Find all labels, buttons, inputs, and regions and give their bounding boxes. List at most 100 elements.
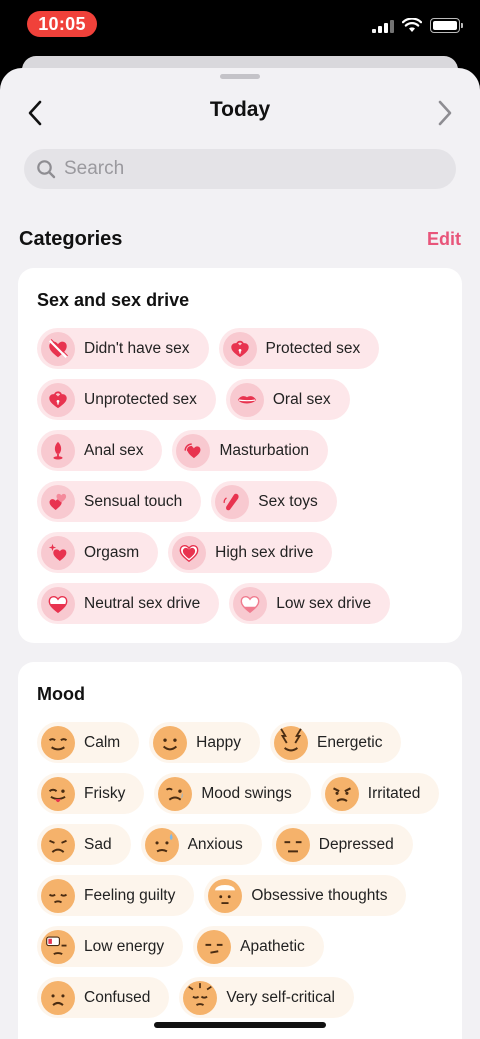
- chip-label: Energetic: [316, 733, 383, 751]
- hand-heart-icon: [41, 484, 75, 519]
- search-input[interactable]: [64, 158, 444, 180]
- wifi-icon: [402, 18, 422, 32]
- chip-happy[interactable]: Happy: [149, 722, 260, 763]
- mood-card: Mood Calm Happy Energetic Frisky Mood swings…: [18, 662, 462, 1039]
- chip-label: Sex toys: [258, 492, 318, 510]
- calm-face-icon: [41, 725, 75, 760]
- sex-card: Sex and sex drive Didn't have sex Protect…: [18, 268, 462, 643]
- home-indicator[interactable]: [154, 1022, 326, 1028]
- chip-label: Anal sex: [84, 441, 144, 459]
- chip-frisky[interactable]: Frisky: [37, 773, 145, 814]
- status-time[interactable]: 10:05: [27, 11, 97, 37]
- chip-label: Obsessive thoughts: [251, 886, 388, 904]
- chip-label: Anxious: [187, 835, 243, 853]
- chevron-right-icon: [438, 100, 452, 126]
- happy-face-icon: [153, 725, 188, 760]
- chip-label: Apathetic: [240, 937, 305, 955]
- mood-swings-face-icon: [158, 776, 193, 811]
- chip-anxious[interactable]: Anxious: [140, 824, 262, 865]
- chip-masturbation[interactable]: Masturbation: [172, 430, 329, 471]
- low-energy-face-icon: [41, 929, 75, 964]
- irritated-face-icon: [324, 776, 359, 811]
- chip-label: Low sex drive: [276, 594, 372, 612]
- chip-label: Protected sex: [265, 339, 361, 357]
- chip-confused[interactable]: Confused: [37, 977, 170, 1018]
- chip-low-energy[interactable]: Low energy: [37, 926, 184, 967]
- chip-sex-toys[interactable]: Sex toys: [211, 481, 337, 522]
- categories-title: Categories: [19, 228, 123, 250]
- full-heart-icon: [172, 535, 207, 570]
- chip-label: Happy: [196, 733, 241, 751]
- chip-irritated[interactable]: Irritated: [320, 773, 440, 814]
- chip-label: Sad: [84, 835, 112, 853]
- chip-label: Depressed: [318, 835, 394, 853]
- chip-protected-sex[interactable]: Protected sex: [218, 328, 380, 369]
- chip-feeling-guilty[interactable]: Feeling guilty: [37, 875, 195, 916]
- frisky-face-icon: [41, 776, 75, 811]
- chip-label: Oral sex: [272, 390, 331, 408]
- self-critical-face-icon: [183, 980, 218, 1015]
- battery-icon: [430, 18, 463, 33]
- chip-sad[interactable]: Sad: [37, 824, 131, 865]
- chip-label: Sensual touch: [84, 492, 183, 510]
- chip-apathetic[interactable]: Apathetic: [193, 926, 324, 967]
- guilty-face-icon: [41, 878, 75, 913]
- chip-calm[interactable]: Calm: [37, 722, 140, 763]
- chip-low-sex-drive[interactable]: Low sex drive: [229, 583, 391, 624]
- mood-chip-list: Calm Happy Energetic Frisky Mood swings Irrit…: [37, 722, 443, 1018]
- chip-obsessive-thoughts[interactable]: Obsessive thoughts: [204, 875, 407, 916]
- chip-label: Orgasm: [84, 543, 140, 561]
- chip-high-sex-drive[interactable]: High sex drive: [168, 532, 333, 573]
- chip-label: Very self-critical: [226, 988, 335, 1006]
- heart-lock-icon: [222, 331, 257, 366]
- chip-mood-swings[interactable]: Mood swings: [154, 773, 311, 814]
- low-heart-icon: [233, 586, 268, 621]
- chip-label: Neutral sex drive: [84, 594, 201, 612]
- chip-unprotected-sex[interactable]: Unprotected sex: [37, 379, 216, 420]
- anxious-face-icon: [144, 827, 179, 862]
- chip-sensual-touch[interactable]: Sensual touch: [37, 481, 202, 522]
- sex-chip-list: Didn't have sex Protected sex Unprotected …: [37, 328, 443, 624]
- edit-button[interactable]: Edit: [427, 229, 461, 250]
- chip-anal-sex[interactable]: Anal sex: [37, 430, 163, 471]
- sheet-grabber[interactable]: [220, 74, 260, 79]
- chip-very-self-critical[interactable]: Very self-critical: [179, 977, 354, 1018]
- heart-waves-icon: [176, 433, 211, 468]
- sad-face-icon: [41, 827, 75, 862]
- cellular-signal-icon: [372, 19, 394, 33]
- sex-card-title: Sex and sex drive: [37, 290, 190, 310]
- next-day-button[interactable]: [430, 98, 460, 128]
- confused-face-icon: [41, 980, 75, 1015]
- mood-card-title: Mood: [37, 684, 85, 704]
- chip-neutral-sex-drive[interactable]: Neutral sex drive: [37, 583, 220, 624]
- status-icons: [372, 18, 463, 33]
- chip-label: Unprotected sex: [84, 390, 197, 408]
- chip-label: Feeling guilty: [84, 886, 176, 904]
- vibrator-icon: [215, 484, 250, 519]
- categories-header: Categories Edit: [19, 228, 461, 251]
- chip-label: Irritated: [367, 784, 421, 802]
- nav-bar: Today: [0, 94, 480, 134]
- chip-orgasm[interactable]: Orgasm: [37, 532, 159, 573]
- chip-oral-sex[interactable]: Oral sex: [225, 379, 350, 420]
- chip-label: Frisky: [84, 784, 126, 802]
- chip-didn-t-have-sex[interactable]: Didn't have sex: [37, 328, 209, 369]
- chip-label: Mood swings: [201, 784, 292, 802]
- status-bar: 10:05: [0, 0, 480, 50]
- chip-depressed[interactable]: Depressed: [271, 824, 413, 865]
- plug-icon: [41, 433, 75, 468]
- search-icon: [37, 160, 56, 179]
- crossed-heart-icon: [41, 331, 75, 366]
- chip-label: Masturbation: [219, 441, 310, 459]
- lips-icon: [229, 382, 264, 417]
- chip-energetic[interactable]: Energetic: [269, 722, 402, 763]
- page-title: Today: [209, 98, 271, 121]
- chip-label: Low energy: [84, 937, 165, 955]
- energetic-face-icon: [273, 725, 308, 760]
- apathetic-face-icon: [197, 929, 232, 964]
- search-bar[interactable]: [24, 149, 456, 189]
- day-sheet: Today Categories Edit Sex and sex drive …: [0, 68, 480, 1039]
- half-heart-icon: [41, 586, 75, 621]
- chip-label: Didn't have sex: [84, 339, 190, 357]
- chip-label: Calm: [84, 733, 121, 751]
